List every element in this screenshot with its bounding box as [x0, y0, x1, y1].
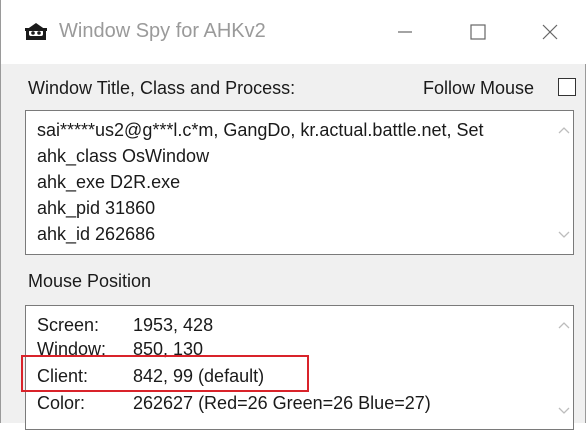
screen-value: 1953, 428 [133, 315, 214, 335]
ahk-id-line: ahk_id 262686 [37, 224, 156, 244]
window-spy-window: Window Spy for AHKv2 Window Title, Class… [0, 0, 587, 430]
screen-key: Screen: [37, 315, 100, 335]
ahk-pid-line: ahk_pid 31860 [37, 198, 156, 218]
close-icon[interactable] [527, 14, 573, 50]
scroll-down-icon[interactable] [557, 406, 571, 416]
window-title-line: sai*****us2@g***l.c*m, GangDo, kr.actual… [37, 120, 484, 140]
window-title: Window Spy for AHKv2 [59, 20, 266, 42]
minimize-icon[interactable] [382, 14, 428, 50]
color-value: 262627 (Red=26 Green=26 Blue=27) [133, 393, 431, 413]
scroll-down-icon[interactable] [557, 230, 571, 240]
client-highlight-box [21, 355, 309, 392]
follow-mouse-label[interactable]: Follow Mouse [423, 78, 534, 99]
color-key: Color: [37, 393, 86, 413]
scroll-up-icon[interactable] [557, 125, 571, 135]
scrollbar[interactable] [555, 306, 573, 429]
window-spy-icon [25, 23, 47, 40]
scroll-up-icon[interactable] [557, 320, 571, 330]
window-info-textbox[interactable]: sai*****us2@g***l.c*m, GangDo, kr.actual… [25, 110, 574, 255]
title-bar[interactable]: Window Spy for AHKv2 [1, 0, 587, 64]
maximize-icon[interactable] [455, 14, 501, 50]
scrollbar[interactable] [555, 111, 573, 254]
follow-mouse-checkbox[interactable] [558, 78, 576, 96]
window-section-label: Window Title, Class and Process: [28, 78, 296, 98]
mouse-section-label: Mouse Position [28, 271, 152, 291]
ahk-exe-line: ahk_exe D2R.exe [37, 172, 181, 192]
ahk-class-line: ahk_class OsWindow [37, 146, 210, 166]
